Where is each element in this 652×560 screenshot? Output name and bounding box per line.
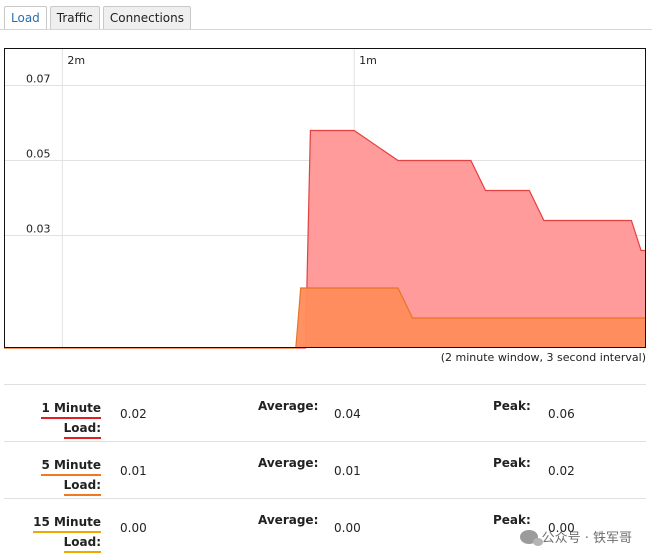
stat-name-line1: 5 Minute [41, 456, 101, 476]
stats-row-1min: 1 Minute Load: 0.02 Average: 0.04 Peak: … [4, 384, 646, 441]
stat-name-line1: 15 Minute [33, 513, 101, 533]
stat-name-line1: 1 Minute [41, 399, 101, 419]
wechat-icon [519, 529, 543, 546]
tab-connections[interactable]: Connections [102, 6, 192, 29]
stat-peak-label: Peak: [493, 513, 531, 527]
y-tick-label: 0.07 [26, 73, 51, 86]
stat-average: 0.01 [334, 464, 361, 478]
x-tick-label: 1m [359, 54, 377, 67]
stat-peak-label: Peak: [493, 456, 531, 470]
chart-caption: (2 minute window, 3 second interval) [440, 351, 646, 364]
stat-current: 0.00 [120, 521, 147, 535]
stat-name-line2: Load: [63, 533, 101, 553]
y-tick-label: 0.05 [26, 148, 51, 161]
stat-current: 0.01 [120, 464, 147, 478]
load-chart: 0.07 0.05 0.03 2m 1m [4, 48, 646, 349]
stat-average: 0.00 [334, 521, 361, 535]
load-chart-svg: 0.07 0.05 0.03 2m 1m [4, 48, 646, 349]
stat-average: 0.04 [334, 407, 361, 421]
stat-name-line2: Load: [63, 476, 101, 496]
stat-name-line2: Load: [63, 419, 101, 439]
watermark-text: 公众号 · 铁军哥 [541, 531, 632, 546]
y-tick-label: 0.03 [26, 223, 51, 236]
tab-load[interactable]: Load [4, 6, 47, 30]
stat-peak-label: Peak: [493, 399, 531, 413]
stat-name: 1 Minute Load: [4, 399, 101, 439]
stat-current: 0.02 [120, 407, 147, 421]
stat-peak: 0.02 [548, 464, 575, 478]
stat-average-label: Average: [258, 456, 319, 470]
tab-traffic[interactable]: Traffic [49, 6, 100, 29]
x-tick-label: 2m [67, 54, 85, 67]
stat-peak: 0.06 [548, 407, 575, 421]
tab-bar: Load Traffic Connections [4, 6, 194, 30]
stat-name: 5 Minute Load: [4, 456, 101, 496]
tabs-divider [0, 29, 652, 30]
stat-average-label: Average: [258, 399, 319, 413]
stats-row-5min: 5 Minute Load: 0.01 Average: 0.01 Peak: … [4, 441, 646, 498]
stat-name: 15 Minute Load: [4, 513, 101, 553]
watermark: 公众号 · 铁军哥 [519, 527, 632, 546]
stat-average-label: Average: [258, 513, 319, 527]
